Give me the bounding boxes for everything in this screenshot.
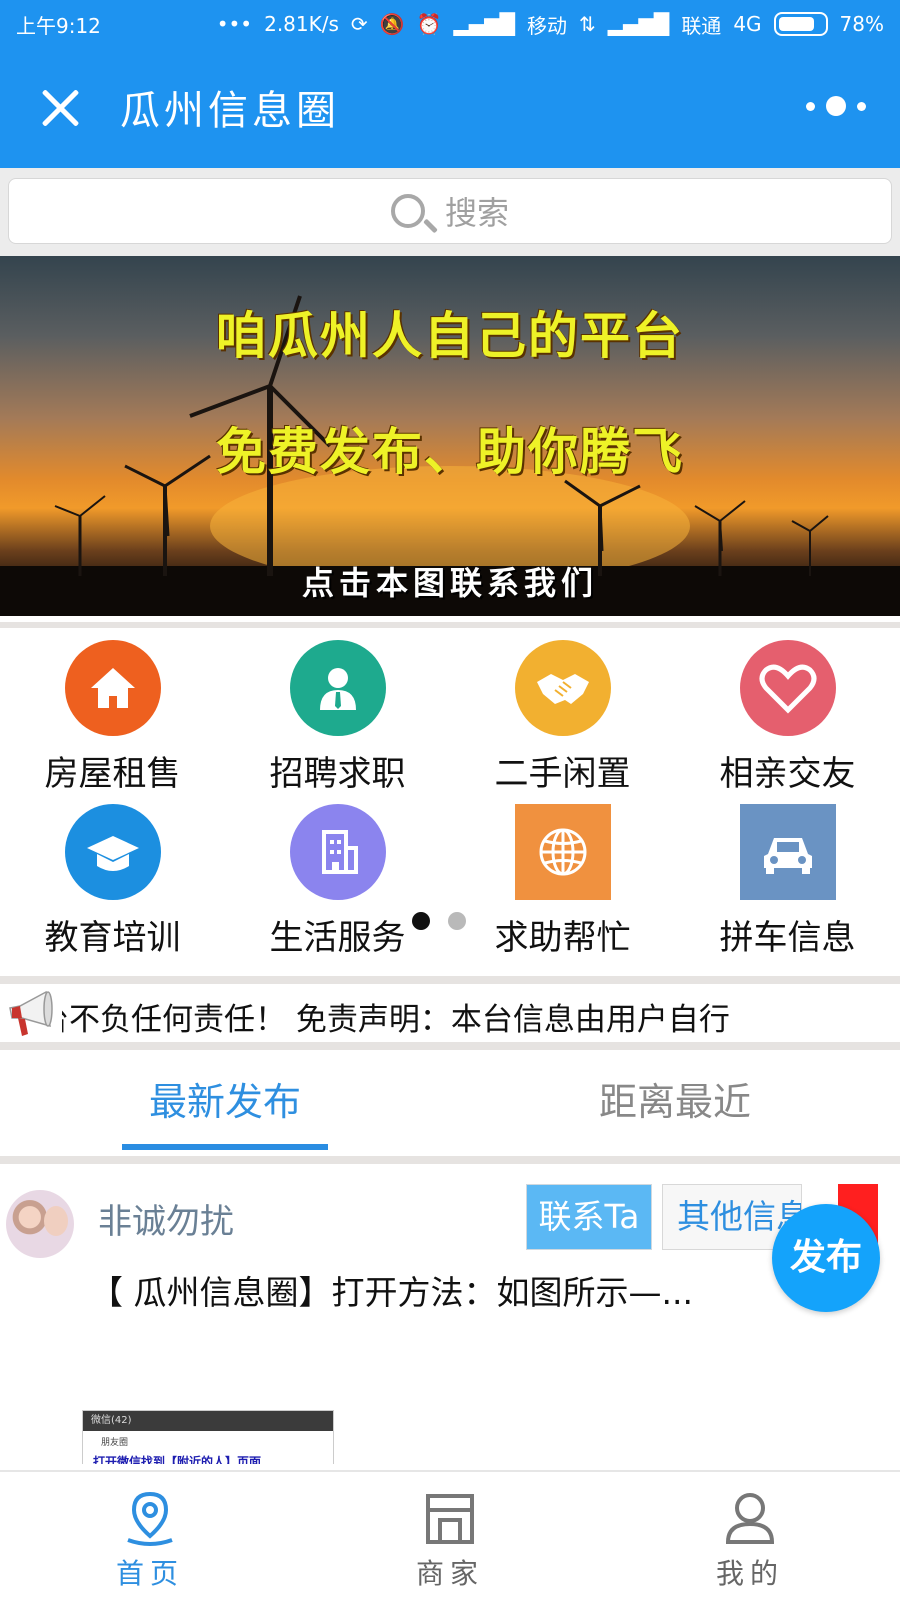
banner-subheadline: 免费发布、助你腾飞 xyxy=(216,423,684,481)
handshake-icon xyxy=(515,640,611,736)
nav-profile[interactable]: 我的 xyxy=(600,1472,900,1600)
carrier-1: 移动 xyxy=(527,13,568,38)
thumb-caption: 打开微信找到【附近的人】页面 xyxy=(93,1455,262,1464)
nav-label: 我的 xyxy=(715,1557,784,1590)
status-bar: 上午9:12 ••• 2.81K/s ⟳ 🔕 ⏰ ▂▄▆█ 移动 ⇅ ▂▄▆█ … xyxy=(0,0,900,48)
more-menu-button[interactable] xyxy=(806,92,866,120)
post-image[interactable]: 微信(42) 朋友圈 打开微信找到【附近的人】页面 xyxy=(82,1410,334,1464)
menu-dot-icon xyxy=(857,101,866,111)
category-label: 招聘求职 xyxy=(269,754,406,794)
post-username[interactable]: 非诚勿扰 xyxy=(98,1194,234,1243)
store-icon xyxy=(422,1490,478,1548)
user-icon xyxy=(722,1490,778,1548)
category-education[interactable]: 教育培训 xyxy=(0,792,225,958)
app-screen: 上午9:12 ••• 2.81K/s ⟳ 🔕 ⏰ ▂▄▆█ 移动 ⇅ ▂▄▆█ … xyxy=(0,0,900,1600)
category-pager xyxy=(412,912,466,930)
menu-dot-icon xyxy=(826,96,846,116)
contact-button[interactable]: 联系Ta xyxy=(526,1184,652,1250)
page-title: 瓜州信息圈 xyxy=(120,88,340,134)
pager-dot-active[interactable] xyxy=(412,912,430,930)
active-tab-indicator xyxy=(122,1144,328,1150)
pager-dot[interactable] xyxy=(448,912,466,930)
avatar[interactable] xyxy=(6,1190,74,1258)
feed-tabs: 最新发布 距离最近 xyxy=(0,1058,900,1156)
divider xyxy=(0,1156,900,1164)
tab-latest[interactable]: 最新发布 xyxy=(0,1058,450,1156)
search-section: 搜索 xyxy=(0,168,900,256)
car-icon xyxy=(740,804,836,900)
building-icon xyxy=(290,804,386,900)
title-bar: 瓜州信息圈 xyxy=(0,48,900,168)
category-label: 求助帮忙 xyxy=(494,918,631,958)
category-label: 教育培训 xyxy=(44,918,181,958)
signal-icon-2: ▂▄▆█ xyxy=(607,12,670,36)
category-help[interactable]: 求助帮忙 xyxy=(450,792,675,958)
menu-dot-icon xyxy=(806,101,815,111)
battery-icon xyxy=(773,12,828,36)
search-placeholder: 搜索 xyxy=(444,194,509,232)
category-secondhand[interactable]: 二手闲置 xyxy=(450,628,675,794)
nav-merchants[interactable]: 商家 xyxy=(300,1472,600,1600)
data-arrows-icon: ⇅ xyxy=(579,12,596,36)
notice-marquee: 台不负任何责任！ 免责声明：本台信息由用户自行 xyxy=(0,976,900,1050)
status-indicators: ••• 2.81K/s ⟳ 🔕 ⏰ ▂▄▆█ 移动 ⇅ ▂▄▆█ 联通 4G 7… xyxy=(217,10,884,39)
thumb-row: 朋友圈 xyxy=(101,1438,129,1448)
mute-icon: 🔕 xyxy=(379,12,405,36)
person-icon xyxy=(290,640,386,736)
category-label: 相亲交友 xyxy=(719,754,856,794)
notice-text: 台不负任何责任！ 免责声明：本台信息由用户自行 xyxy=(38,1002,730,1038)
publish-button[interactable]: 发布 xyxy=(772,1204,880,1312)
category-grid: 房屋租售 招聘求职 二手闲置 相亲交友 教育培训 生活服务 求助帮忙 拼车信息 xyxy=(0,622,900,962)
category-label: 二手闲置 xyxy=(494,754,631,794)
battery-percent: 78% xyxy=(839,12,884,36)
close-icon[interactable] xyxy=(36,84,84,132)
nav-label: 商家 xyxy=(415,1557,484,1590)
category-dating[interactable]: 相亲交友 xyxy=(675,628,900,794)
network-type: 4G xyxy=(733,12,762,36)
signal-icon: ▂▄▆█ xyxy=(453,12,516,36)
heart-icon xyxy=(740,640,836,736)
post-text: 【 瓜州信息圈】打开方法：如图所示—... xyxy=(90,1273,693,1312)
nav-home[interactable]: 首页 xyxy=(0,1472,300,1600)
more-dots-icon: ••• xyxy=(216,12,253,36)
post-card[interactable]: 非诚勿扰 联系Ta 其他信息 【 瓜州信息圈】打开方法：如图所示—... 微信(… xyxy=(0,1164,900,1464)
carrier-2: 联通 xyxy=(681,13,722,38)
sync-icon: ⟳ xyxy=(350,12,368,36)
house-icon xyxy=(65,640,161,736)
search-icon xyxy=(390,194,425,228)
nav-label: 首页 xyxy=(115,1557,184,1590)
category-carpool[interactable]: 拼车信息 xyxy=(675,792,900,958)
banner-headline: 咱瓜州人自己的平台 xyxy=(216,307,684,365)
thumb-header: 微信(42) xyxy=(83,1411,333,1431)
status-time: 上午9:12 xyxy=(16,13,101,38)
graduation-cap-icon xyxy=(65,804,161,900)
promo-banner[interactable]: 咱瓜州人自己的平台 免费发布、助你腾飞 点击本图联系我们 xyxy=(0,256,900,616)
globe-icon xyxy=(515,804,611,900)
network-speed: 2.81K/s xyxy=(264,12,339,36)
search-input[interactable]: 搜索 xyxy=(8,178,892,244)
tab-nearest[interactable]: 距离最近 xyxy=(450,1058,900,1156)
bottom-nav: 首页 商家 我的 xyxy=(0,1470,900,1600)
megaphone-icon xyxy=(6,986,62,1040)
banner-cta: 点击本图联系我们 xyxy=(301,564,598,602)
category-label: 拼车信息 xyxy=(719,918,856,958)
category-house-rental[interactable]: 房屋租售 xyxy=(0,628,225,794)
location-pin-icon xyxy=(122,1490,178,1548)
alarm-icon: ⏰ xyxy=(416,12,442,36)
category-label: 房屋租售 xyxy=(44,754,181,794)
category-jobs[interactable]: 招聘求职 xyxy=(225,628,450,794)
